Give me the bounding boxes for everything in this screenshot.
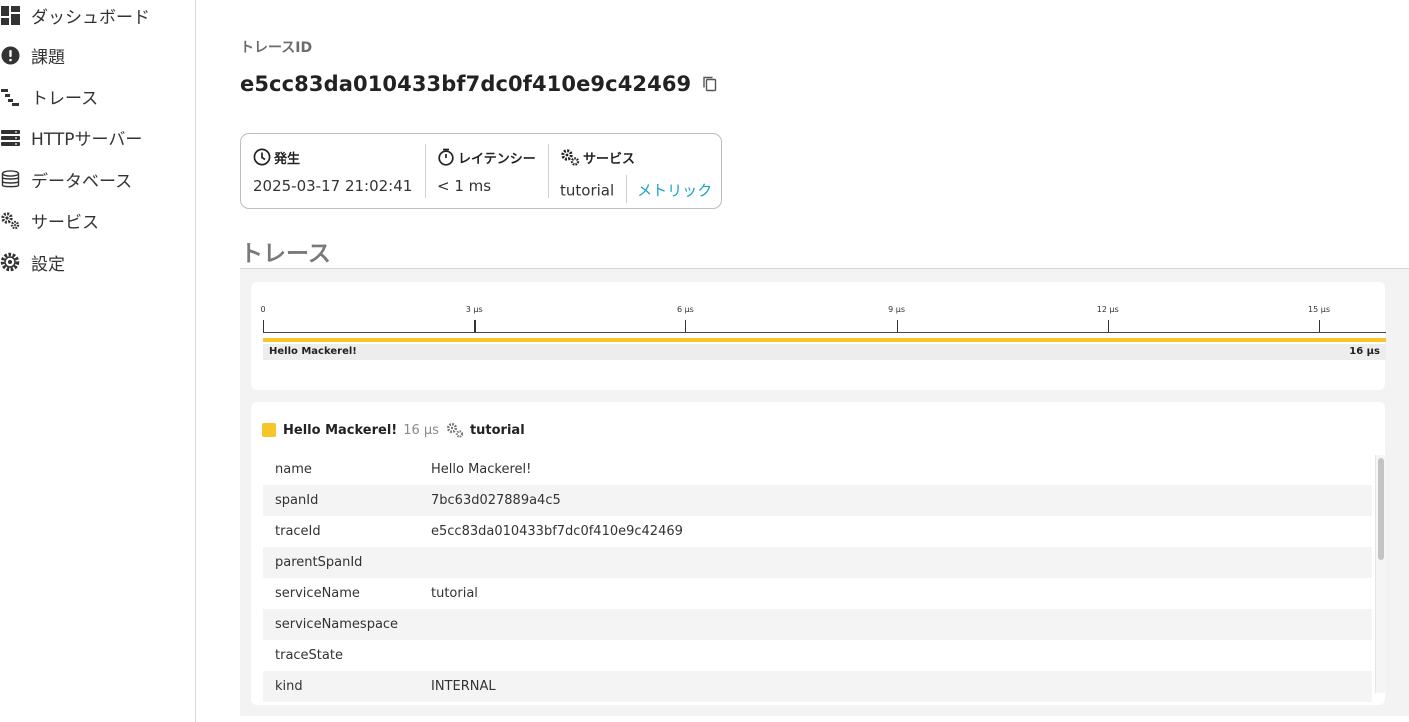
attribute-value: INTERNAL — [431, 679, 496, 694]
span-color-swatch — [262, 423, 276, 437]
attribute-key: serviceName — [275, 586, 360, 601]
server-icon — [0, 127, 20, 147]
scrollbar-thumb[interactable] — [1378, 458, 1384, 560]
attribute-key: spanId — [275, 493, 319, 508]
sidebar-item-label: 課題 — [31, 47, 65, 68]
attribute-row: traceId e5cc83da010433bf7dc0f410e9c42469 — [263, 516, 1372, 547]
timeline-tick-mark — [1319, 320, 1320, 332]
sidebar-item-settings[interactable]: 設定 — [0, 247, 65, 277]
stopwatch-icon — [438, 148, 454, 166]
gears-icon — [561, 149, 580, 166]
timeline-tick-mark — [896, 320, 898, 332]
timeline-tick-label: 0 — [260, 305, 266, 314]
attribute-key: kind — [275, 679, 303, 694]
span-name: Hello Mackerel! — [269, 346, 357, 357]
latency-column: レイテンシー < 1 ms — [437, 144, 536, 200]
attribute-key: name — [275, 462, 312, 477]
attribute-row: spanId 7bc63d027889a4c5 — [263, 485, 1372, 516]
divider — [548, 144, 549, 198]
sidebar-item-label: ダッシュボード — [31, 7, 150, 28]
trace-panel: 0 3 µs 6 µs 9 µs 12 µs 15 µs Hello Mackerel! … — [240, 268, 1409, 716]
attribute-row: parentSpanId — [263, 547, 1372, 578]
attribute-row: serviceNamespace — [263, 609, 1372, 640]
database-icon — [0, 169, 20, 189]
alert-icon — [0, 45, 20, 65]
sidebar-item-database[interactable]: データベース — [0, 164, 132, 194]
metrics-link[interactable]: メトリック — [637, 182, 712, 200]
service-value: tutorial — [560, 181, 615, 200]
copy-icon[interactable] — [703, 75, 719, 93]
trace-id-label: トレースID — [240, 40, 313, 56]
trace-id-value: e5cc83da010433bf7dc0f410e9c42469 — [240, 72, 692, 96]
attribute-value: Hello Mackerel! — [431, 462, 532, 477]
occurred-label: 発生 — [274, 151, 301, 167]
settings-icon — [0, 252, 20, 272]
timeline-axis — [263, 332, 1386, 333]
sidebar-item-label: データベース — [31, 171, 133, 192]
span-detail-duration: 16 µs — [403, 422, 439, 438]
timeline-tick-label: 6 µs — [676, 305, 694, 314]
section-title: トレース — [240, 241, 331, 267]
service-column: サービス tutorial メトリック — [560, 144, 712, 203]
sidebar-item-issues[interactable]: 課題 — [0, 40, 65, 70]
span-detail-name: Hello Mackerel! — [283, 422, 398, 438]
divider — [425, 144, 426, 198]
main-content: トレースID e5cc83da010433bf7dc0f410e9c42469 … — [196, 0, 1409, 722]
attribute-table: name Hello Mackerel! spanId 7bc63d027889a4c… — [263, 454, 1372, 702]
sidebar: ダッシュボード 課題 トレース HTTPサーバー データベース サービス 設定 — [0, 0, 196, 722]
attribute-key: serviceNamespace — [275, 617, 399, 632]
sidebar-item-label: トレース — [31, 88, 99, 109]
attribute-key: traceState — [275, 648, 343, 663]
gears-icon — [446, 422, 464, 438]
latency-label: レイテンシー — [458, 151, 536, 167]
timeline-tick-label: 3 µs — [465, 305, 483, 314]
timeline-tick-mark — [1107, 320, 1109, 332]
attribute-value: tutorial — [431, 586, 478, 601]
clock-icon — [253, 148, 271, 166]
latency-value: < 1 ms — [437, 177, 492, 195]
attribute-key: parentSpanId — [275, 555, 363, 570]
sidebar-item-traces[interactable]: トレース — [0, 81, 98, 111]
span-detail-service: tutorial — [469, 422, 525, 438]
sidebar-item-dashboard[interactable]: ダッシュボード — [0, 0, 150, 30]
sidebar-item-services[interactable]: サービス — [0, 205, 99, 235]
occurred-column: 発生 2025-03-17 21:02:41 — [253, 144, 412, 200]
attribute-row: name Hello Mackerel! — [263, 454, 1372, 485]
service-values: tutorial メトリック — [560, 175, 712, 205]
sidebar-item-http-server[interactable]: HTTPサーバー — [0, 122, 142, 152]
gears-icon — [0, 210, 20, 230]
attribute-row: traceState — [263, 640, 1372, 671]
sidebar-item-label: サービス — [31, 212, 99, 233]
attribute-row: kind INTERNAL — [263, 671, 1372, 702]
attribute-value: e5cc83da010433bf7dc0f410e9c42469 — [431, 524, 683, 539]
sidebar-item-label: HTTPサーバー — [31, 129, 143, 150]
trace-id-row: e5cc83da010433bf7dc0f410e9c42469 — [240, 72, 719, 96]
timeline-card: 0 3 µs 6 µs 9 µs 12 µs 15 µs Hello Mackerel! … — [251, 282, 1386, 390]
span-detail-card: Hello Mackerel! 16 µs tutorial name Hello… — [251, 402, 1385, 705]
attribute-row: serviceName tutorial — [263, 578, 1372, 609]
divider — [626, 175, 628, 203]
occurred-value: 2025-03-17 21:02:41 — [253, 177, 413, 195]
timeline-tick-label: 12 µs — [1096, 305, 1119, 314]
trace-icon — [0, 86, 20, 106]
timeline-tick-label: 9 µs — [888, 305, 906, 314]
timeline-tick-mark — [685, 320, 687, 332]
span-detail-header: Hello Mackerel! 16 µs tutorial — [262, 420, 525, 440]
dashboard-icon — [0, 5, 20, 25]
timeline-tick-label: 15 µs — [1308, 305, 1330, 314]
sidebar-item-label: 設定 — [31, 254, 65, 275]
service-label: サービス — [583, 151, 636, 167]
timeline-tick-mark — [474, 320, 477, 332]
attribute-key: traceId — [275, 524, 321, 539]
span-duration: 16 µs — [1349, 346, 1380, 357]
span-bar[interactable] — [263, 338, 1386, 342]
trace-summary-card: 発生 2025-03-17 21:02:41 レイテンシー < 1 ms サービ… — [240, 133, 722, 209]
timeline-tick-mark — [263, 320, 264, 332]
scrollbar[interactable] — [1375, 455, 1385, 693]
attribute-value: 7bc63d027889a4c5 — [431, 493, 561, 508]
span-row[interactable]: Hello Mackerel! 16 µs — [263, 344, 1386, 360]
